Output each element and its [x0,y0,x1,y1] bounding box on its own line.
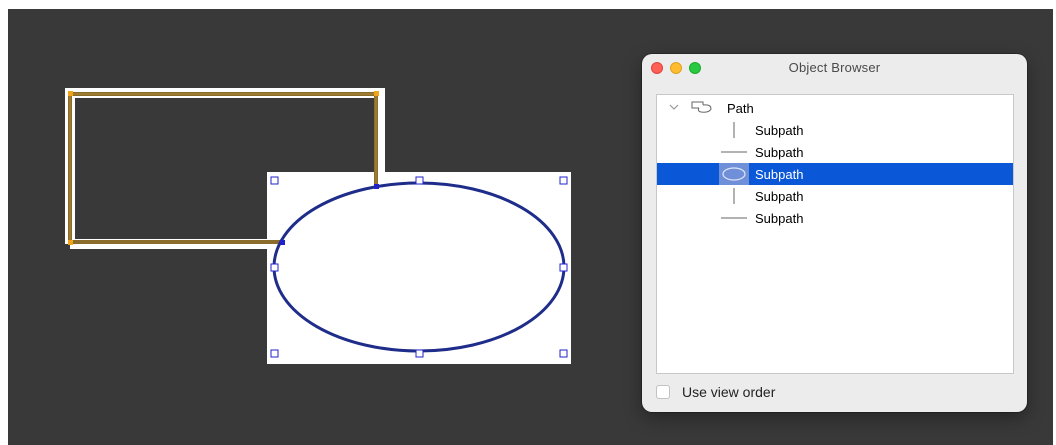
tree-row-label: Subpath [755,211,804,226]
handle-top-right [559,176,568,185]
title-bar[interactable]: Object Browser [642,54,1027,82]
handle-middle-right [559,263,568,272]
tree-row-label: Subpath [755,167,804,182]
handle-middle-left [270,263,279,272]
ellipse-bounds-fill [267,172,571,364]
tree-row-subpath[interactable]: Subpath [657,141,1013,163]
vertical-line-icon [733,188,735,204]
use-view-order-checkbox[interactable] [656,385,670,399]
handle-top-left [270,176,279,185]
ellipse-arc-icon [719,163,749,185]
handle-bottom-right [559,349,568,358]
horizontal-line-icon [721,151,747,153]
tree-row-label: Subpath [755,189,804,204]
handle-bottom-center [415,349,424,358]
handle-bottom-left [270,349,279,358]
arc-endpoint[interactable] [280,240,285,245]
anchor-point[interactable] [68,91,73,96]
chevron-down-icon[interactable] [669,103,679,111]
path-shape-icon [691,101,712,113]
horizontal-line-icon [721,217,747,219]
tree-row-subpath[interactable]: Subpath [657,185,1013,207]
tree-row-subpath[interactable]: Subpath [657,207,1013,229]
tree-row-subpath[interactable]: Subpath [657,119,1013,141]
use-view-order-label[interactable]: Use view order [682,384,775,400]
tree-row-path[interactable]: Path [657,97,1013,119]
tree-row-label: Path [727,101,754,116]
object-browser-panel: Object Browser Path Subpath Subpath Subp… [642,54,1027,412]
handle-top-center [415,176,424,185]
outline-tree[interactable]: Path Subpath Subpath Subpath Subpath Sub… [656,94,1014,374]
panel-title: Object Browser [788,60,881,75]
tree-row-label: Subpath [755,123,804,138]
vertical-line-icon [733,122,735,138]
arc-endpoint[interactable] [374,184,379,189]
tree-row-label: Subpath [755,145,804,160]
anchor-point[interactable] [68,240,73,245]
panel-footer: Use view order [656,384,1013,404]
anchor-point[interactable] [374,91,379,96]
tree-row-subpath-selected[interactable]: Subpath [657,163,1013,185]
